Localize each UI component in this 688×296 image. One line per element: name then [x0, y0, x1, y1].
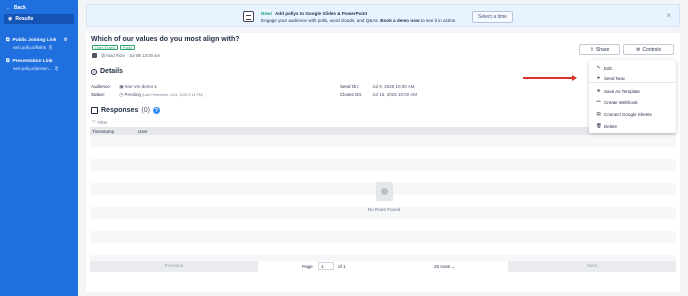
annotation-arrow — [523, 75, 577, 81]
column-header-user[interactable]: User — [138, 129, 148, 134]
info-icon: i — [91, 68, 97, 75]
menu-item-create-webhook[interactable]: ⚯ Create Webhook — [596, 99, 638, 105]
audience-row: Audience: ▣ #arr-vm-demo-1 — [91, 84, 158, 89]
empty-state: No Rows Found — [362, 182, 406, 212]
external-link-icon: ⧉ — [6, 38, 10, 43]
gear-icon: ⚙ — [635, 46, 641, 53]
help-icon[interactable]: ? — [152, 107, 160, 114]
chevron-down-icon: ⌄ — [451, 264, 456, 269]
created-date: Jul 9th 10:00 am — [129, 53, 160, 58]
gear-icon[interactable]: ⚙ — [64, 37, 68, 43]
page-title: Which of our values do you most align wi… — [91, 36, 240, 43]
banner-headline: Add pollys to Google Slides & PowerPoint — [274, 11, 368, 16]
status-row: Status: ◷ Pending (Last Refreshed: Jul 8… — [91, 92, 203, 97]
responses-icon — [91, 107, 98, 114]
table-row — [90, 219, 676, 231]
close-icon[interactable]: × — [666, 11, 671, 20]
table-row — [90, 159, 676, 171]
table-row — [90, 231, 676, 243]
author: @Asad Rizvi — [101, 53, 126, 58]
pagination: Previous Page 1 of 1 25 rows ⌄ Next — [90, 261, 676, 272]
send-icon: ➤ — [596, 75, 601, 80]
empty-document-icon — [375, 182, 393, 201]
responses-heading: Responses (0) ? — [91, 107, 160, 114]
menu-item-delete[interactable]: 🗑 Delete — [596, 123, 617, 129]
tag-open-ended: Open Ended — [92, 45, 118, 50]
column-header-timestamp[interactable]: Timestamp — [90, 129, 138, 134]
controls-menu: ✎ Edit ➤ Send Now ⊕ Save As Template ⚯ Creat… — [589, 60, 676, 133]
menu-item-google-sheets[interactable]: ▤ Connect Google Sheets — [596, 111, 651, 117]
menu-divider — [589, 82, 676, 83]
pencil-icon: ✎ — [596, 65, 601, 70]
main-content: New! Add pollys to Google Slides & PowerP… — [86, 4, 680, 296]
next-button[interactable]: Next — [508, 261, 676, 272]
share-button[interactable]: ⇪ Share — [579, 44, 620, 55]
table-row — [90, 147, 676, 159]
back-link[interactable]: ← Back — [6, 5, 26, 11]
select-time-button[interactable]: Select a time — [472, 11, 513, 23]
send-on-row: Send On: Jul 9, 2025 10:00 AM — [340, 84, 415, 89]
book-demo-link[interactable]: Book a demo now — [380, 18, 419, 23]
avatar — [92, 53, 97, 58]
sheets-icon: ▤ — [596, 111, 601, 116]
sidebar: ← Back ◉ Results ⧉ Public Joining Link we… — [0, 0, 78, 296]
share-icon: ⇪ — [589, 46, 594, 53]
copy-icon[interactable]: ⎘ — [55, 66, 58, 71]
public-joining-link[interactable]: ⧉ Public Joining Link web.polly.ai/fk8h6 ⎘… — [6, 37, 72, 50]
filter-icon: ▽ — [92, 119, 96, 124]
copy-icon[interactable]: ⎘ — [49, 45, 52, 50]
menu-item-send-now[interactable]: ➤ Send Now — [596, 75, 625, 81]
arrow-left-icon: ← — [6, 5, 11, 11]
presentation-link[interactable]: ⧉ Presentation Link web.polly.ai/presen..… — [6, 58, 72, 72]
new-badge: New! — [261, 11, 272, 16]
trash-icon: 🗑 — [596, 123, 602, 128]
webhook-icon: ⚯ — [596, 99, 601, 104]
menu-item-edit[interactable]: ✎ Edit — [596, 65, 612, 71]
rows-per-page-select[interactable]: 25 rows ⌄ — [434, 264, 455, 270]
controls-button[interactable]: ⚙ Controls — [623, 44, 674, 55]
table-row — [90, 243, 676, 255]
closes-on-row: Closes On: Jul 16, 2025 10:00 AM — [340, 92, 418, 97]
slides-icon — [243, 11, 254, 22]
tag-public: Public — [119, 45, 136, 50]
template-icon: ⊕ — [596, 88, 601, 93]
menu-item-save-template[interactable]: ⊕ Save As Template — [596, 88, 640, 94]
previous-button[interactable]: Previous — [90, 261, 258, 272]
external-link-icon: ⧉ — [6, 59, 10, 64]
page-input[interactable]: 1 — [318, 262, 334, 270]
sidebar-item-results[interactable]: ◉ Results — [4, 14, 74, 24]
table-row — [90, 135, 676, 147]
promo-banner: New! Add pollys to Google Slides & PowerP… — [86, 4, 680, 27]
details-heading: i Details — [91, 68, 123, 75]
filter-button[interactable]: ▽ Filter — [92, 119, 107, 125]
results-icon: ◉ — [8, 16, 13, 22]
